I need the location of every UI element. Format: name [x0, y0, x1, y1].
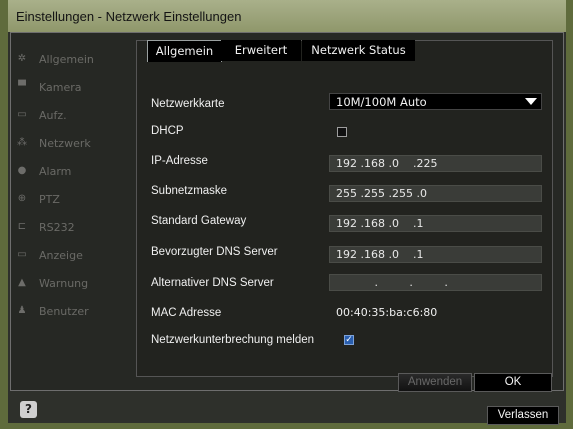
ip-field[interactable]: 192 .168 .0 .225	[329, 155, 542, 172]
sidebar-item-kamera[interactable]: ▀ Kamera	[3, 77, 113, 99]
tab-netzwerk-status[interactable]: Netzwerk Status	[302, 40, 415, 61]
network-icon: ⁂	[17, 137, 27, 148]
tab-allgemein[interactable]: Allgemein	[147, 40, 222, 62]
sidebar-item-benutzer[interactable]: ♟ Benutzer	[3, 301, 113, 323]
sidebar-item-label: RS232	[39, 221, 75, 234]
ptz-icon: ⊕	[17, 193, 27, 204]
apply-button[interactable]: Anwenden	[398, 373, 472, 392]
rs232-icon: ⊏	[17, 221, 27, 232]
gear-icon: ✲	[17, 53, 27, 64]
dns-alternate-label: Alternativer DNS Server	[151, 277, 274, 289]
sidebar-item-label: Aufz.	[39, 109, 67, 122]
record-icon: ▭	[17, 109, 27, 120]
sidebar-item-warnung[interactable]: ▲ Warnung	[3, 273, 113, 295]
mac-label: MAC Adresse	[151, 307, 222, 319]
network-interrupt-label: Netzwerkunterbrechung melden	[151, 334, 315, 346]
subnet-label: Subnetzmaske	[151, 185, 228, 197]
sidebar-item-label: Kamera	[39, 81, 82, 94]
sidebar-item-anzeige[interactable]: ▭ Anzeige	[3, 245, 113, 267]
network-card-value: 10M/100M Auto	[336, 95, 427, 109]
sidebar-item-label: Anzeige	[39, 249, 83, 262]
gateway-field[interactable]: 192 .168 .0 .1	[329, 215, 542, 232]
window-title: Einstellungen - Netzwerk Einstellungen	[8, 0, 566, 32]
mac-value: 00:40:35:ba:c6:80	[336, 306, 438, 319]
camera-icon: ▀	[18, 81, 26, 92]
sidebar-item-rs232[interactable]: ⊏ RS232	[3, 217, 113, 239]
sidebar-item-label: Allgemein	[39, 53, 94, 66]
dhcp-label: DHCP	[151, 125, 184, 137]
sidebar-item-label: Alarm	[39, 165, 72, 178]
exit-button[interactable]: Verlassen	[487, 406, 559, 425]
dns-alternate-field[interactable]: . . .	[329, 274, 542, 291]
tab-erweitert[interactable]: Erweitert	[221, 40, 301, 61]
ok-button[interactable]: OK	[474, 373, 552, 392]
sidebar: ✲ Allgemein ▀ Kamera ▭ Aufz. ⁂ Netzwerk …	[3, 45, 113, 345]
sidebar-item-aufz[interactable]: ▭ Aufz.	[3, 105, 113, 127]
sidebar-item-allgemein[interactable]: ✲ Allgemein	[3, 49, 113, 71]
network-card-label: Netzwerkkarte	[151, 98, 225, 110]
sidebar-item-alarm[interactable]: ● Alarm	[3, 161, 113, 183]
alarm-icon: ●	[17, 165, 27, 176]
network-interrupt-checkbox[interactable]: ✓	[344, 335, 354, 345]
dhcp-checkbox[interactable]	[337, 127, 347, 137]
network-card-dropdown[interactable]: 10M/100M Auto	[329, 93, 542, 110]
chevron-down-icon	[525, 98, 537, 105]
sidebar-item-label: PTZ	[39, 193, 60, 206]
user-icon: ♟	[17, 305, 27, 316]
dns-preferred-label: Bevorzugter DNS Server	[151, 246, 278, 258]
sidebar-item-label: Warnung	[39, 277, 89, 290]
display-icon: ▭	[17, 249, 27, 260]
warning-icon: ▲	[18, 277, 26, 288]
tab-bar: Allgemein Erweitert Netzwerk Status	[137, 40, 437, 62]
sidebar-item-label: Netzwerk	[39, 137, 91, 150]
ip-label: IP-Adresse	[151, 155, 208, 167]
help-icon[interactable]: ?	[20, 401, 37, 418]
sidebar-item-netzwerk[interactable]: ⁂ Netzwerk	[3, 133, 113, 155]
gateway-label: Standard Gateway	[151, 215, 247, 227]
content-panel	[136, 40, 553, 377]
dns-preferred-field[interactable]: 192 .168 .0 .1	[329, 246, 542, 263]
sidebar-item-ptz[interactable]: ⊕ PTZ	[3, 189, 113, 211]
subnet-field[interactable]: 255 .255 .255 .0	[329, 185, 542, 202]
sidebar-item-label: Benutzer	[39, 305, 89, 318]
